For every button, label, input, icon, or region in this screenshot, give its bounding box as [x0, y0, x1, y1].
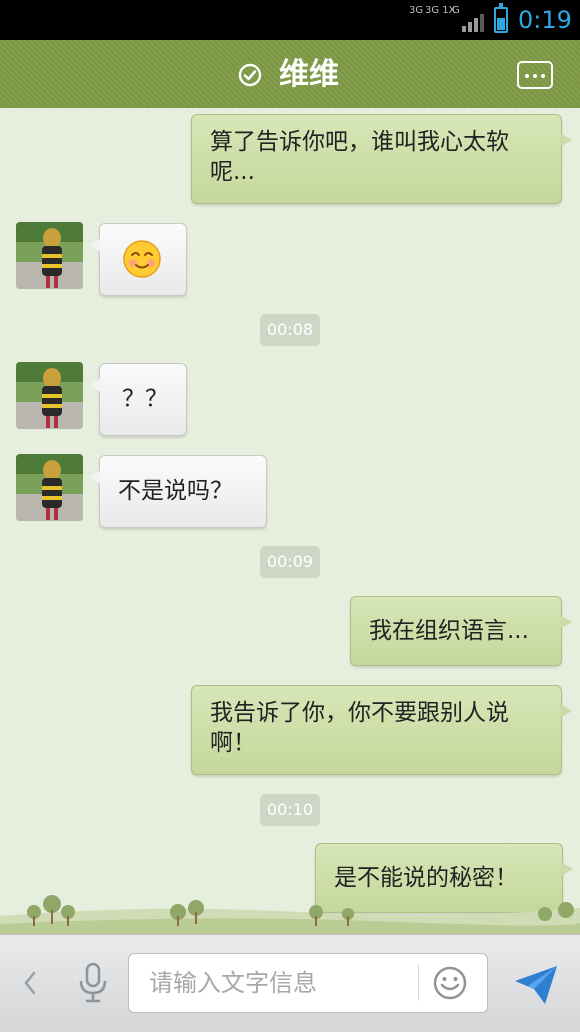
message-text: 我在组织语言... [369, 618, 529, 644]
message-text: 算了告诉你吧，谁叫我心太软呢... [210, 129, 509, 185]
sent-message-bubble[interactable]: 我告诉了你，你不要跟别人说啊！ [191, 685, 572, 775]
network-3g1x-indicator: 3G 1X [425, 5, 456, 16]
contact-avatar[interactable] [16, 362, 83, 429]
status-bar: 3G 3G 1X G 0:19 [0, 0, 580, 40]
received-message-bubble[interactable]: 不是说吗？ [89, 455, 267, 528]
contact-avatar[interactable] [16, 222, 83, 289]
message-text: ？？ [122, 386, 168, 412]
network-g-indicator: G [452, 5, 460, 16]
input-placeholder: 请输入文字信息 [149, 969, 317, 997]
emoji-icon[interactable] [432, 965, 468, 1001]
timestamp-label: 00:10 [260, 794, 320, 826]
input-divider [418, 965, 419, 1001]
contact-avatar[interactable] [16, 454, 83, 521]
check-circle-icon [238, 63, 262, 87]
sent-message-bubble[interactable]: 我在组织语言... [350, 596, 572, 666]
network-3g-indicator: 3G [409, 5, 424, 16]
microphone-icon[interactable] [76, 961, 110, 1005]
received-message-bubble[interactable]: ？？ [89, 363, 187, 436]
battery-icon [494, 3, 508, 33]
timestamp-label: 00:08 [260, 314, 320, 346]
signal-strength-icon [462, 12, 484, 32]
message-text: 我告诉了你，你不要跟别人说啊！ [210, 700, 509, 756]
back-chevron-icon[interactable] [18, 967, 42, 999]
message-text: 不是说吗？ [118, 478, 233, 504]
smiling-face-emoji-icon [123, 240, 161, 278]
more-menu-icon[interactable] [517, 61, 553, 89]
message-input-bar: 请输入文字信息 [0, 934, 580, 1032]
send-icon[interactable] [512, 963, 560, 1007]
timestamp-label: 00:09 [260, 546, 320, 578]
grass-decoration [0, 895, 580, 934]
received-message-bubble[interactable] [89, 223, 187, 296]
sent-message-bubble[interactable]: 算了告诉你吧，谁叫我心太软呢... [191, 114, 572, 204]
contact-name-title: 维维 [279, 57, 339, 92]
message-list[interactable]: 算了告诉你吧，谁叫我心太软呢... 00:08 ？？ 不是说吗？ 00:09 我… [0, 108, 580, 934]
status-time: 0:19 [518, 6, 572, 34]
